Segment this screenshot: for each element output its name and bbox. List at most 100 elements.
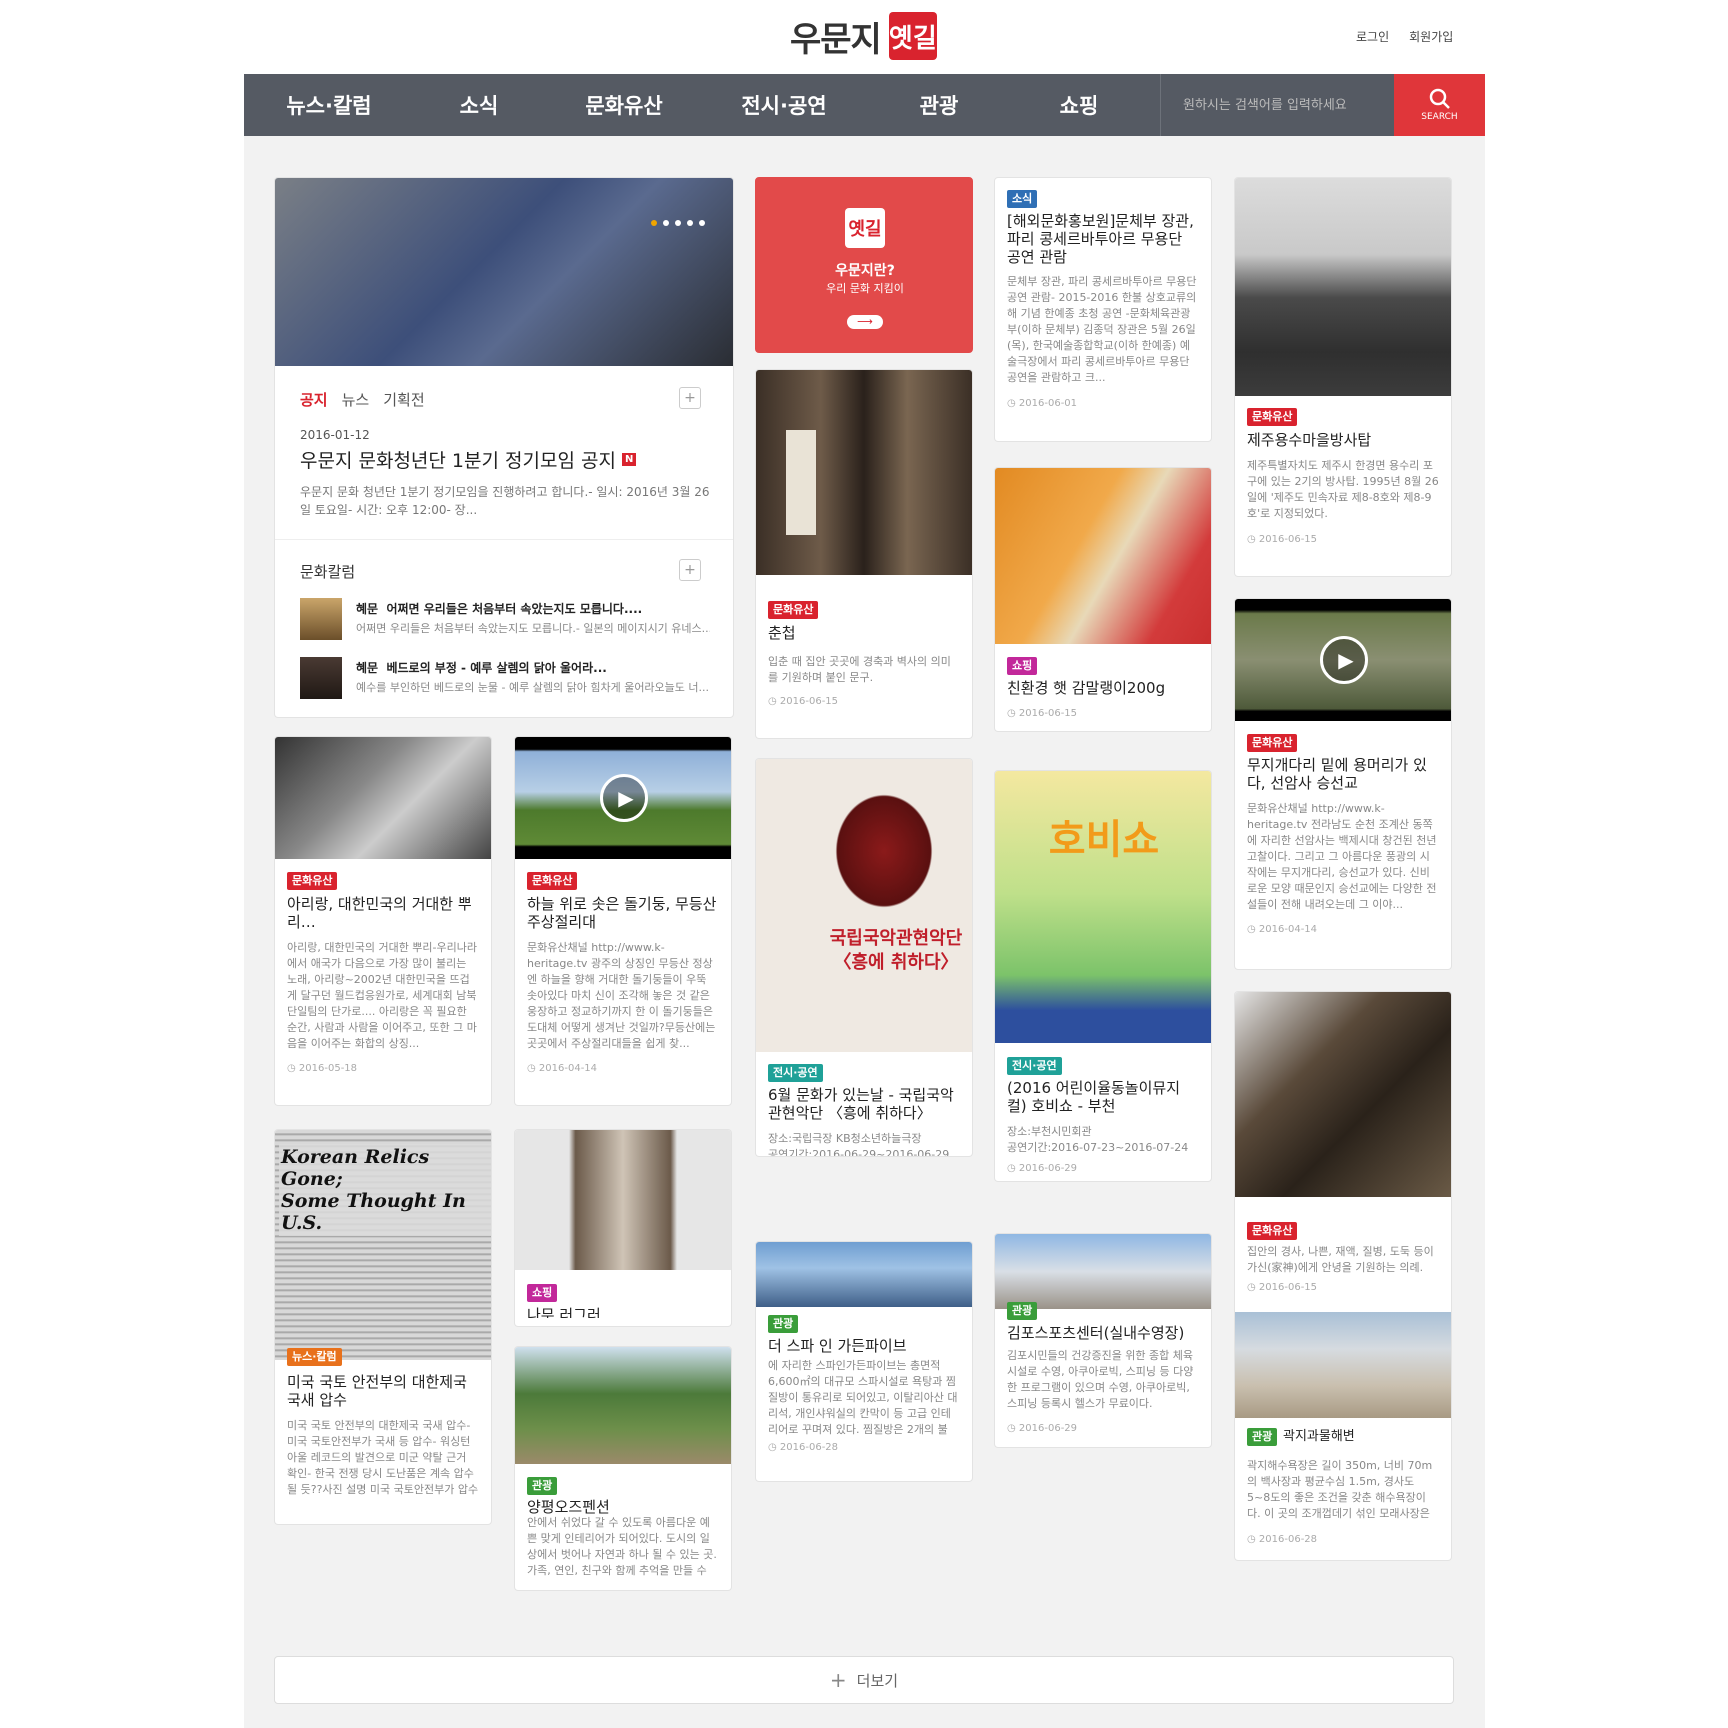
content-card[interactable]: 문화유산 춘첩 입춘 때 집안 곳곳에 경축과 벽사의 의미를 기원하며 붙인 … <box>755 369 973 739</box>
content-area: 공지 뉴스 기획전 + 2016-01-12 우문지 문화청년단 1분기 정기모… <box>244 136 1485 1728</box>
card-thumb <box>756 1242 972 1307</box>
card-date: 2016-04-14 <box>527 1063 597 1074</box>
column-title: 어쩌면 우리들은 처음부터 속았는지도 모릅니다.... <box>386 602 643 616</box>
card-date: 2016-06-28 <box>768 1442 838 1453</box>
signup-link[interactable]: 회원가입 <box>1409 28 1453 45</box>
content-card[interactable]: 문화유산 아리랑, 대한민국의 거대한 뿌리… 아리랑, 대한민국의 거대한 뿌… <box>274 736 492 1106</box>
category-tag: 소식 <box>1007 190 1038 208</box>
notice-more-button[interactable]: + <box>679 387 701 409</box>
notice-date: 2016-01-12 <box>300 428 370 442</box>
login-link[interactable]: 로그인 <box>1356 28 1389 45</box>
carousel-dot[interactable] <box>699 220 705 226</box>
promo-arrow-button[interactable]: ⟶ <box>847 315 883 329</box>
content-card[interactable]: 쇼핑 친환경 햇 감말랭이200g 2016-06-15 <box>994 467 1212 732</box>
content-card[interactable]: 문화유산 제주용수마을방사탑 제주특별자치도 제주시 한경면 용수리 포구에 있… <box>1234 177 1452 577</box>
main-nav: 뉴스·칼럼 소식 문화유산 전시·공연 관광 쇼핑 SEARCH <box>244 74 1485 136</box>
notice-photo[interactable] <box>275 178 733 366</box>
column-desc: 예수를 부인하던 베드로의 눈물 - 예루 살렘의 닭아 힘차게 울어라오늘도 … <box>356 681 710 694</box>
promo-subtitle: 우리 문화 지킴이 <box>826 282 904 295</box>
content-card[interactable]: 문화유산 집안의 경사, 나쁜, 재액, 질병, 도둑 등이 가신(家神)에게 … <box>1234 991 1452 1561</box>
column-section-title: 문화칼럼 <box>300 563 356 581</box>
card-thumb <box>995 1234 1211 1309</box>
content-card[interactable]: 관광 양평오즈펜션 안에서 쉬었다 갈 수 있도록 아름다운 예쁜 맞게 인테리… <box>514 1346 732 1591</box>
poster-text: 국립국악관현악단 〈흥에 취하다〉 <box>829 928 963 973</box>
card-desc: 제주특별자치도 제주시 한경면 용수리 포구에 있는 2기의 방사탑. 1995… <box>1247 459 1439 520</box>
card-title: 아리랑, 대한민국의 거대한 뿌리… <box>287 895 472 931</box>
content-card[interactable]: Korean Relics Gone; Some Thought In U.S. … <box>274 1129 492 1525</box>
nav-item-heritage[interactable]: 문화유산 <box>544 74 704 136</box>
play-icon[interactable]: ▶ <box>1320 636 1368 684</box>
search-icon <box>1429 88 1450 109</box>
nav-item-exhibition[interactable]: 전시·공연 <box>704 74 864 136</box>
search-button[interactable]: SEARCH <box>1394 74 1485 136</box>
site-logo[interactable]: 우문지 옛길 <box>790 8 940 64</box>
column-item[interactable]: 혜문 어쩌면 우리들은 처음부터 속았는지도 모릅니다.... 어쩌면 우리들은… <box>300 598 710 640</box>
card-title: [해외문화홍보원]문체부 장관, 파리 콩세르바투아르 무용단 공연 관람 <box>1007 212 1194 266</box>
card-title: 하늘 위로 솟은 돌기둥, 무등산 주상절리대 <box>527 895 717 931</box>
category-tag: 쇼핑 <box>1007 657 1038 675</box>
search-label: SEARCH <box>1421 112 1458 122</box>
column-thumb <box>300 657 342 699</box>
card-date: 2016-04-14 <box>1247 924 1317 935</box>
category-tag: 전시·공연 <box>1007 1057 1062 1075</box>
card-desc: 김포시민들의 건강증진을 위한 종합 체육시설로 수영, 아쿠아로빅, 스피닝 … <box>1007 1349 1194 1410</box>
card-desc: 문화유산채널 http://www.k-heritage.tv 광주의 상징인 … <box>527 941 716 1050</box>
card-date: 2016-06-29 <box>1007 1423 1077 1434</box>
promo-seal: 옛길 <box>845 208 885 248</box>
carousel-dot[interactable] <box>687 220 693 226</box>
nav-item-news[interactable]: 뉴스·칼럼 <box>244 74 414 136</box>
content-card[interactable]: 소식 [해외문화홍보원]문체부 장관, 파리 콩세르바투아르 무용단 공연 관람… <box>994 177 1212 442</box>
card-title: 더 스파 인 가든파이브 <box>768 1337 907 1355</box>
column-item[interactable]: 혜문 베드로의 부정 - 예루 살렘의 닭아 울어라... 예수를 부인하던 베… <box>300 657 710 699</box>
card-date: 2016-06-01 <box>1007 398 1077 409</box>
load-more-button[interactable]: + 더보기 <box>274 1656 1454 1704</box>
card-desc: 집안의 경사, 나쁜, 재액, 질병, 도둑 등이 가신(家神)에게 안녕을 기… <box>1247 1245 1434 1274</box>
carousel-dot[interactable] <box>651 220 657 226</box>
category-tag: 관광 <box>1247 1428 1278 1446</box>
category-tag: 관광 <box>768 1315 799 1333</box>
play-icon[interactable]: ▶ <box>600 774 648 822</box>
carousel-dot[interactable] <box>675 220 681 226</box>
divider <box>275 539 733 540</box>
category-tag: 쇼핑 <box>527 1284 558 1302</box>
tab-news[interactable]: 뉴스 <box>342 389 370 410</box>
promo-title: 우문지란? <box>835 263 895 279</box>
notice-title-row[interactable]: 우문지 문화청년단 1분기 정기모임 공지 N <box>300 446 637 473</box>
column-thumb <box>300 598 342 640</box>
content-card[interactable]: ▶ 문화유산 무지개다리 밑에 용머리가 있다, 선암사 승선교 문화유산채널 … <box>1234 598 1452 970</box>
talisman-paper <box>786 430 816 535</box>
card-title: 곽지과물해변 <box>1283 1429 1355 1444</box>
carousel-dot[interactable] <box>663 220 669 226</box>
column-author: 혜문 <box>356 602 379 616</box>
card-title: 미국 국토 안전부의 대한제국 국새 압수 <box>287 1373 467 1409</box>
card-thumb <box>515 1130 731 1270</box>
card-desc: 에 자리한 스파인가든파이브는 총면적 6,600㎡의 대규모 스파시설로 욕탕… <box>768 1359 958 1436</box>
tab-notice[interactable]: 공지 <box>300 389 328 410</box>
column-title: 베드로의 부정 - 예루 살렘의 닭아 울어라... <box>386 661 607 675</box>
nav-item-tour[interactable]: 관광 <box>864 74 1014 136</box>
content-card[interactable]: 관광 더 스파 인 가든파이브 에 자리한 스파인가든파이브는 총면적 6,60… <box>755 1241 973 1482</box>
card-thumb <box>275 737 491 859</box>
search-input[interactable] <box>1183 97 1393 113</box>
content-card[interactable]: 국립국악관현악단 〈흥에 취하다〉 전시·공연 6월 문화가 있는날 - 국립국악… <box>755 758 973 1157</box>
nav-item-shop[interactable]: 쇼핑 <box>1014 74 1144 136</box>
card-date: 2016-05-18 <box>287 1063 357 1074</box>
content-card[interactable]: 쇼핑 나무 러그러 <box>514 1129 732 1327</box>
promo-card[interactable]: 옛길 우문지란? 우리 문화 지킴이 ⟶ <box>755 177 973 353</box>
content-card[interactable]: ▶ 문화유산 하늘 위로 솟은 돌기둥, 무등산 주상절리대 문화유산채널 ht… <box>514 736 732 1106</box>
drum-image <box>824 781 944 921</box>
content-card[interactable]: 호비쇼 전시·공연 (2016 어린이율동놀이뮤지컬) 호비쇼 - 부천 장소:… <box>994 770 1212 1182</box>
card-desc: 미국 국토 안전부의 대한제국 국새 압수- 미국 국토안전부가 국새 등 압수… <box>287 1419 479 1496</box>
card-title: 나무 러그러 <box>527 1306 601 1318</box>
category-tag: 뉴스·칼럼 <box>287 1348 342 1366</box>
column-more-button[interactable]: + <box>679 559 701 581</box>
card-desc: 문체부 장관, 파리 콩세르바투아르 무용단 공연 관람- 2015-2016 … <box>1007 275 1197 384</box>
nav-item-info[interactable]: 소식 <box>414 74 544 136</box>
plus-icon: + <box>829 1668 847 1692</box>
tab-exhibit[interactable]: 기획전 <box>383 389 424 410</box>
content-card[interactable]: 관광 김포스포츠센터(실내수영장) 김포시민들의 건강증진을 위한 종합 체육시… <box>994 1233 1212 1448</box>
category-tag: 문화유산 <box>768 601 819 619</box>
notice-title: 우문지 문화청년단 1분기 정기모임 공지 <box>300 450 616 472</box>
card-title: 제주용수마을방사탑 <box>1247 431 1372 449</box>
card-thumb <box>1235 992 1451 1197</box>
